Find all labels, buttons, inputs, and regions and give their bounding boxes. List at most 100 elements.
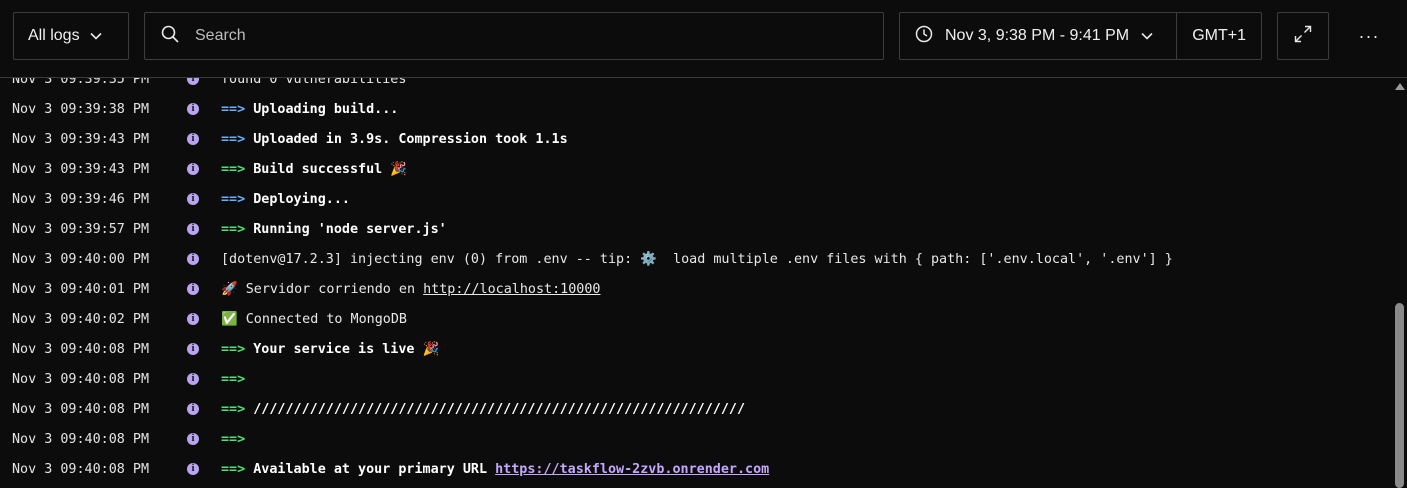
log-row: Nov 3 09:40:08 PM ==> (0, 364, 1392, 394)
log-row: Nov 3 09:39:38 PM ==> Uploading build... (0, 94, 1392, 124)
log-message: ==> Build successful 🎉 (221, 162, 407, 177)
scroll-up-arrow-icon[interactable] (1395, 83, 1405, 90)
log-row: Nov 3 09:40:08 PM ==> Your service is liv… (0, 334, 1392, 364)
log-row: Nov 3 09:40:08 PM ==> ///////////////////… (0, 394, 1392, 424)
log-arrow: ==> (221, 371, 246, 387)
log-link[interactable]: http://localhost:10000 (423, 282, 600, 297)
log-timestamp: Nov 3 09:40:08 PM (12, 341, 150, 357)
search-icon (161, 25, 179, 48)
info-icon (187, 343, 199, 355)
log-message: ==> Your service is live 🎉 (221, 342, 439, 357)
log-emoji: ✅ (221, 311, 238, 327)
scrollbar[interactable] (1392, 77, 1407, 488)
log-message: 🚀 Servidor corriendo en http://localhost… (221, 282, 601, 297)
log-emoji: 🎉 (390, 161, 407, 177)
log-message: ==> Uploading build... (221, 102, 398, 117)
log-text: Uploading build... (253, 101, 399, 117)
log-timestamp: Nov 3 09:40:08 PM (12, 461, 150, 477)
more-icon: ··· (1358, 25, 1380, 46)
info-icon (187, 223, 199, 235)
log-timestamp: Nov 3 09:39:38 PM (12, 101, 150, 117)
log-row: Nov 3 09:40:00 PM [dotenv@17.2.3] injecti… (0, 244, 1392, 274)
log-text: Build successful (253, 161, 383, 177)
log-text: [dotenv@17.2.3] injecting env (0) from .… (221, 251, 1173, 267)
log-row: Nov 3 09:40:08 PM ==> Available at your p… (0, 454, 1392, 484)
info-icon (187, 433, 199, 445)
log-timestamp: Nov 3 09:39:57 PM (12, 221, 150, 237)
scrollbar-thumb[interactable] (1395, 303, 1404, 488)
log-arrow: ==> (221, 401, 246, 417)
log-message: ==> (221, 432, 253, 447)
log-text: Connected to MongoDB (245, 311, 407, 327)
log-timestamp: Nov 3 09:39:43 PM (12, 161, 150, 177)
time-range-select[interactable]: Nov 3, 9:38 PM - 9:41 PM (900, 13, 1178, 59)
log-timestamp: Nov 3 09:40:08 PM (12, 371, 150, 387)
log-arrow: ==> (221, 341, 246, 357)
log-text: Running 'node server.js' (253, 221, 447, 237)
info-icon (187, 313, 199, 325)
log-arrow: ==> (221, 431, 246, 447)
log-text: Available at your primary URL (253, 461, 488, 477)
log-timestamp: Nov 3 09:40:08 PM (12, 401, 150, 417)
log-text: Deploying... (253, 191, 350, 207)
log-timestamp: Nov 3 09:40:01 PM (12, 281, 150, 297)
log-text: Servidor corriendo en (245, 281, 416, 297)
info-icon (187, 373, 199, 385)
log-link[interactable]: https://taskflow-2zvb.onrender.com (495, 462, 769, 477)
log-message: ==> ////////////////////////////////////… (221, 402, 745, 417)
log-timestamp: Nov 3 09:39:46 PM (12, 191, 150, 207)
log-message: ==> Uploaded in 3.9s. Compression took 1… (221, 132, 568, 147)
info-icon (187, 133, 199, 145)
log-arrow: ==> (221, 161, 246, 177)
log-message: ==> (221, 372, 253, 387)
log-message: ==> Running 'node server.js' (221, 222, 447, 237)
info-icon (187, 463, 199, 475)
timezone-label: GMT+1 (1192, 27, 1247, 44)
log-row: Nov 3 09:40:01 PM 🚀 Servidor corriendo en… (0, 274, 1392, 304)
log-message: ✅ Connected to MongoDB (221, 312, 407, 327)
log-text: Uploaded in 3.9s. Compression took 1.1s (253, 131, 568, 147)
log-arrow: ==> (221, 191, 246, 207)
expand-icon (1294, 25, 1312, 48)
log-row: Nov 3 09:39:43 PM ==> Uploaded in 3.9s. C… (0, 124, 1392, 154)
log-arrow: ==> (221, 101, 246, 117)
info-icon (187, 103, 199, 115)
info-icon (187, 163, 199, 175)
search-input[interactable] (193, 26, 877, 46)
log-type-select[interactable]: All logs (13, 12, 129, 60)
timezone-button[interactable]: GMT+1 (1177, 13, 1261, 59)
time-range-label: Nov 3, 9:38 PM - 9:41 PM (945, 27, 1130, 44)
log-emoji: 🚀 (221, 281, 238, 297)
log-row: Nov 3 09:40:02 PM ✅ Connected to MongoDB (0, 304, 1392, 334)
log-text: ////////////////////////////////////////… (253, 401, 746, 417)
search-box[interactable] (144, 12, 884, 60)
log-type-label: All logs (28, 27, 80, 44)
log-row: Nov 3 09:39:43 PM ==> Build successful 🎉 (0, 154, 1392, 184)
time-range-control: Nov 3, 9:38 PM - 9:41 PM GMT+1 (899, 12, 1262, 60)
info-icon (187, 193, 199, 205)
info-icon (187, 283, 199, 295)
log-list: Nov 3 09:39:35 PMfound 0 vulnerabilities… (0, 64, 1392, 488)
clock-icon (915, 25, 933, 48)
log-row: Nov 3 09:39:46 PM ==> Deploying... (0, 184, 1392, 214)
log-emoji: 🎉 (422, 341, 440, 357)
log-text: Your service is live (253, 341, 415, 357)
chevron-down-icon (90, 27, 102, 45)
log-toolbar: All logs Nov 3, 9:38 PM - 9:41 PM GMT+1 (0, 0, 1407, 78)
chevron-down-icon (1141, 27, 1153, 45)
fullscreen-button[interactable] (1277, 12, 1329, 60)
more-options-button[interactable]: ··· (1352, 24, 1386, 48)
log-arrow: ==> (221, 221, 246, 237)
log-row: Nov 3 09:40:08 PM ==> (0, 424, 1392, 454)
log-message: [dotenv@17.2.3] injecting env (0) from .… (221, 252, 1173, 267)
log-message: ==> Available at your primary URL https:… (221, 462, 769, 477)
log-arrow: ==> (221, 461, 246, 477)
log-row: Nov 3 09:39:57 PM ==> Running 'node serve… (0, 214, 1392, 244)
log-timestamp: Nov 3 09:39:43 PM (12, 131, 150, 147)
log-arrow: ==> (221, 131, 246, 147)
log-timestamp: Nov 3 09:40:00 PM (12, 251, 150, 267)
log-timestamp: Nov 3 09:40:02 PM (12, 311, 150, 327)
log-message: ==> Deploying... (221, 192, 350, 207)
info-icon (187, 403, 199, 415)
log-timestamp: Nov 3 09:40:08 PM (12, 431, 150, 447)
